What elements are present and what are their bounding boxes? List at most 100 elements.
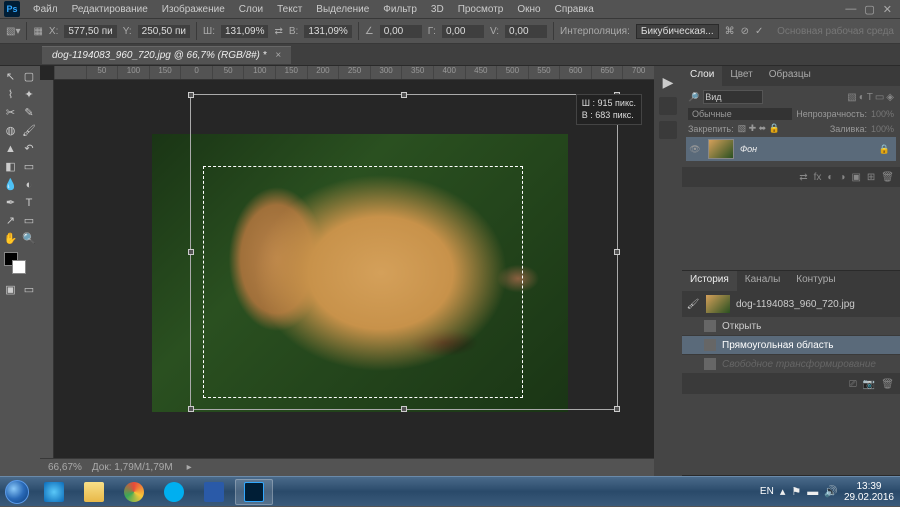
trash-icon[interactable]: 🗑 bbox=[881, 379, 894, 390]
lasso-tool[interactable]: ⌇ bbox=[2, 86, 19, 103]
link-icon[interactable]: ⇄ bbox=[274, 26, 282, 37]
new-layer-icon[interactable]: ⊞ bbox=[867, 172, 875, 183]
history-snapshot-row[interactable]: 🖌 dog-1194083_960_720.jpg bbox=[682, 291, 900, 317]
zoom-tool[interactable]: 🔍 bbox=[21, 230, 38, 247]
skew-v-input[interactable]: 0,00 bbox=[505, 25, 547, 38]
move-tool[interactable]: ↖ bbox=[2, 68, 19, 85]
blur-tool[interactable]: 💧 bbox=[2, 176, 19, 193]
transform-handle[interactable] bbox=[614, 406, 620, 412]
brush-tool[interactable]: 🖌 bbox=[21, 122, 38, 139]
path-select-tool[interactable]: ↗ bbox=[2, 212, 19, 229]
layer-thumbnail[interactable] bbox=[708, 139, 734, 159]
h-input[interactable]: 131,09% bbox=[304, 25, 351, 38]
menu-image[interactable]: Изображение bbox=[155, 2, 232, 17]
crop-tool[interactable]: ✂ bbox=[2, 104, 19, 121]
w-input[interactable]: 131,09% bbox=[221, 25, 268, 38]
group-icon[interactable]: ▣ bbox=[851, 172, 860, 183]
menu-layers[interactable]: Слои bbox=[232, 2, 270, 17]
play-action-icon[interactable]: ▶ bbox=[663, 74, 674, 91]
history-brush-source-icon[interactable]: 🖌 bbox=[686, 299, 700, 310]
menu-filter[interactable]: Фильтр bbox=[376, 2, 424, 17]
menu-3d[interactable]: 3D bbox=[424, 2, 451, 17]
tray-network-icon[interactable]: ▬ bbox=[807, 486, 818, 498]
transform-handle[interactable] bbox=[188, 92, 194, 98]
transform-handle[interactable] bbox=[188, 406, 194, 412]
tab-history[interactable]: История bbox=[682, 271, 737, 291]
warp-icon[interactable]: ⌘ bbox=[725, 26, 735, 37]
opacity-value[interactable]: 100% bbox=[871, 109, 894, 119]
type-tool[interactable]: T bbox=[21, 194, 38, 211]
taskbar-ie[interactable] bbox=[35, 479, 73, 505]
filter-adjust-icon[interactable]: ◐ bbox=[859, 92, 865, 103]
angle-input[interactable]: 0,00 bbox=[380, 25, 422, 38]
filter-pixel-icon[interactable]: ▧ bbox=[847, 92, 856, 103]
pen-tool[interactable]: ✒ bbox=[2, 194, 19, 211]
workspace-switcher[interactable]: Основная рабочая среда bbox=[777, 26, 894, 37]
cancel-transform-icon[interactable]: ⊘ bbox=[741, 26, 749, 37]
skew-g-input[interactable]: 0,00 bbox=[442, 25, 484, 38]
layer-filter-select[interactable] bbox=[703, 90, 763, 104]
filter-shape-icon[interactable]: ▭ bbox=[875, 92, 884, 103]
taskbar-photoshop[interactable] bbox=[235, 479, 273, 505]
taskbar-chrome[interactable] bbox=[115, 479, 153, 505]
menu-window[interactable]: Окно bbox=[510, 2, 547, 17]
lock-icons[interactable]: ▧ ✚ ⬌ 🔒 bbox=[738, 123, 780, 134]
maximize-button[interactable]: ▢ bbox=[864, 3, 874, 16]
document-tab[interactable]: dog-1194083_960_720.jpg @ 66,7% (RGB/8#)… bbox=[42, 46, 291, 64]
snapshot-from-state-icon[interactable]: ⎚ bbox=[849, 379, 857, 390]
collapsed-panel-icon[interactable] bbox=[659, 97, 677, 115]
fx-icon[interactable]: fx bbox=[814, 172, 822, 183]
eraser-tool[interactable]: ◧ bbox=[2, 158, 19, 175]
taskbar-skype[interactable] bbox=[155, 479, 193, 505]
history-item[interactable]: Прямоугольная область bbox=[682, 336, 900, 355]
tab-layers[interactable]: Слои bbox=[682, 66, 722, 86]
dodge-tool[interactable]: ◐ bbox=[21, 176, 38, 193]
lang-indicator[interactable]: EN bbox=[760, 486, 774, 497]
tray-action-center-icon[interactable]: ⚑ bbox=[791, 485, 801, 498]
taskbar-word[interactable] bbox=[195, 479, 233, 505]
magic-wand-tool[interactable]: ✦ bbox=[21, 86, 38, 103]
menu-view[interactable]: Просмотр bbox=[451, 2, 511, 17]
tab-color[interactable]: Цвет bbox=[722, 66, 760, 86]
x-input[interactable]: 577,50 пи bbox=[64, 25, 116, 38]
mask-icon[interactable]: ◐ bbox=[827, 172, 833, 183]
menu-help[interactable]: Справка bbox=[548, 2, 601, 17]
layer-name[interactable]: Фон bbox=[740, 144, 757, 154]
menu-text[interactable]: Текст bbox=[270, 2, 309, 17]
color-swatches[interactable] bbox=[2, 252, 38, 280]
menu-edit[interactable]: Редактирование bbox=[65, 2, 155, 17]
taskbar-explorer[interactable] bbox=[75, 479, 113, 505]
minimize-button[interactable]: — bbox=[845, 3, 856, 16]
tray-flag-icon[interactable]: ▴ bbox=[780, 485, 786, 498]
screenmode-tool[interactable]: ▭ bbox=[21, 281, 38, 298]
history-item[interactable]: Свободное трансформирование bbox=[682, 355, 900, 374]
ruler-vertical[interactable] bbox=[40, 80, 54, 476]
close-button[interactable]: ✕ bbox=[883, 3, 892, 16]
shape-tool[interactable]: ▭ bbox=[21, 212, 38, 229]
menu-file[interactable]: Файл bbox=[26, 2, 65, 17]
adjustment-icon[interactable]: ◑ bbox=[839, 172, 845, 183]
quickmask-tool[interactable]: ▣ bbox=[2, 281, 19, 298]
tool-preset-icon[interactable]: ▧▾ bbox=[6, 26, 20, 37]
collapsed-panel-icon[interactable] bbox=[659, 121, 677, 139]
y-input[interactable]: 250,50 пи bbox=[138, 25, 190, 38]
clock[interactable]: 13:39 29.02.2016 bbox=[844, 481, 894, 503]
zoom-readout[interactable]: 66,67% bbox=[48, 462, 82, 473]
healing-tool[interactable]: ◍ bbox=[2, 122, 19, 139]
stamp-tool[interactable]: ▲ bbox=[2, 140, 19, 157]
transform-handle[interactable] bbox=[614, 249, 620, 255]
status-flyout-icon[interactable]: ▸ bbox=[187, 462, 192, 473]
tab-paths[interactable]: Контуры bbox=[788, 271, 843, 291]
fill-value[interactable]: 100% bbox=[871, 124, 894, 134]
filter-smart-icon[interactable]: ◈ bbox=[886, 92, 894, 103]
link-layers-icon[interactable]: ⇄ bbox=[799, 172, 807, 183]
tray-volume-icon[interactable]: 🔊 bbox=[824, 485, 838, 498]
filter-icon[interactable]: 🔎 bbox=[688, 92, 699, 103]
ruler-horizontal[interactable]: 5010015005010015020025030035040045050055… bbox=[54, 66, 654, 80]
visibility-icon[interactable]: 👁 bbox=[688, 144, 702, 155]
transform-bounding-box[interactable] bbox=[190, 94, 618, 410]
new-snapshot-icon[interactable]: 📷 bbox=[863, 379, 875, 390]
background-swatch[interactable] bbox=[12, 260, 26, 274]
history-brush-tool[interactable]: ↶ bbox=[21, 140, 38, 157]
tab-close-icon[interactable]: × bbox=[275, 50, 281, 61]
